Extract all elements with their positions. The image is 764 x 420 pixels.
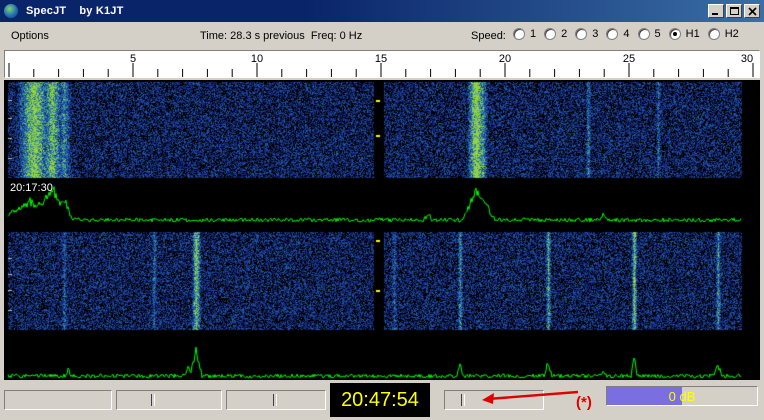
close-button[interactable]: [744, 4, 760, 18]
speed-option-2[interactable]: 2: [544, 28, 567, 40]
scale-tick-label: 30: [740, 53, 754, 65]
scale-tick-label: 25: [622, 53, 636, 65]
scale-tick-label: 20: [498, 53, 512, 65]
scale-tick-label: 10: [250, 53, 264, 65]
scale-tick-label: 5: [129, 53, 137, 65]
speed-option-label: 3: [592, 28, 599, 40]
speed-option-label: 4: [623, 28, 630, 40]
minimize-icon: [712, 13, 718, 15]
scale-tick-label: 15: [374, 53, 388, 65]
level-text: 0 dB: [668, 389, 696, 404]
timestamp-label: 20:17:30: [10, 182, 53, 194]
gain-slider-knob[interactable]: [461, 394, 465, 406]
status-text: Time: 28.3 s previous Freq: 0 Hz: [200, 30, 363, 42]
speed-radio[interactable]: [513, 28, 525, 40]
speed-radio[interactable]: [606, 28, 619, 40]
options-menu[interactable]: Options: [11, 30, 49, 42]
blank-panel: [4, 390, 112, 410]
speed-radio[interactable]: [544, 28, 557, 40]
globe-icon: [4, 4, 18, 18]
close-icon: [748, 7, 757, 16]
contrast-slider-knob[interactable]: [273, 394, 277, 406]
speed-radio[interactable]: [575, 28, 588, 40]
window-controls: [706, 4, 760, 18]
speed-option-label: 2: [561, 28, 568, 40]
maximize-button[interactable]: [726, 4, 742, 18]
minimize-button[interactable]: [708, 4, 724, 18]
window-title: SpecJT by K1JT: [26, 5, 124, 17]
waterfall-display[interactable]: 20:17:30: [4, 80, 760, 380]
speed-option-5[interactable]: 5: [637, 28, 661, 40]
maximize-icon: [730, 7, 739, 15]
speed-option-label: H2: [724, 28, 739, 40]
speed-option-h1[interactable]: H1: [668, 28, 700, 40]
annotation-label: (*): [576, 394, 592, 411]
spectrogram-canvas[interactable]: [4, 80, 760, 380]
speed-radio[interactable]: [637, 28, 650, 40]
contrast-slider[interactable]: [226, 390, 326, 410]
level-meter: 0 dB: [606, 386, 758, 406]
brightness-slider[interactable]: [116, 390, 222, 410]
speed-option-label: H1: [685, 28, 700, 40]
bottom-panel: 20:47:54 (*) 0 dB: [0, 382, 764, 420]
brightness-slider-knob[interactable]: [151, 394, 155, 406]
speed-options: 1 2 3 4 5 H1 H2: [513, 28, 747, 40]
speed-radio[interactable]: [707, 28, 720, 40]
speed-radio[interactable]: [668, 28, 681, 40]
speed-label: Speed:: [471, 30, 506, 42]
arrow-icon: [482, 390, 579, 404]
menu-bar: Options Time: 28.3 s previous Freq: 0 Hz…: [0, 22, 764, 48]
speed-option-3[interactable]: 3: [575, 28, 598, 40]
frequency-scale: 5 10 15 20 25 30: [4, 50, 760, 78]
utc-clock: 20:47:54: [330, 383, 430, 417]
speed-option-label: 5: [654, 28, 661, 40]
speed-option-label: 1: [530, 28, 537, 40]
speed-option-1[interactable]: 1: [513, 28, 536, 40]
title-bar: SpecJT by K1JT: [0, 0, 764, 22]
speed-option-4[interactable]: 4: [606, 28, 630, 40]
speed-option-h2[interactable]: H2: [707, 28, 739, 40]
